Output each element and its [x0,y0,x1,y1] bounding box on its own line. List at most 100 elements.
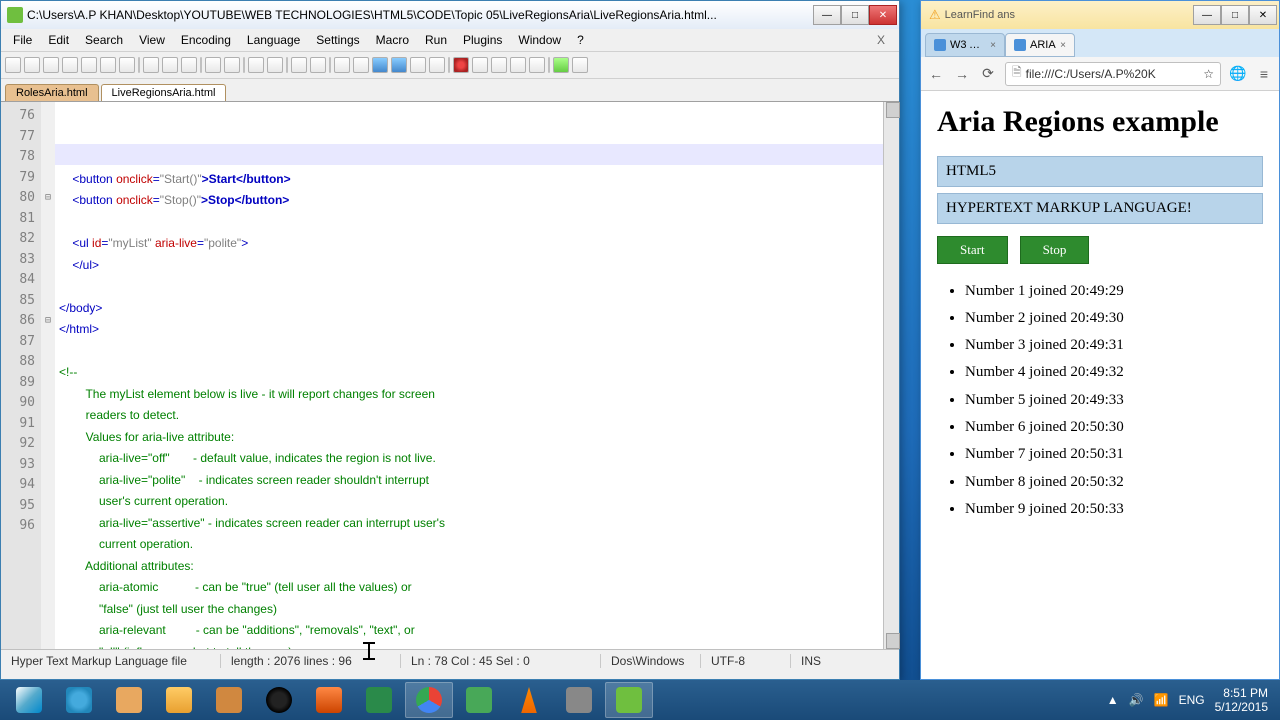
menu-encoding[interactable]: Encoding [173,31,239,49]
fold-gutter[interactable]: ⊟ ⊟ [41,102,55,649]
tool-saveall-icon[interactable] [62,57,78,73]
tool-allchars-icon[interactable] [353,57,369,73]
menu-window[interactable]: Window [510,31,569,49]
tool-undo-icon[interactable] [205,57,221,73]
menu-edit[interactable]: Edit [40,31,77,49]
tool-close-icon[interactable] [81,57,97,73]
chrome-tab-aria[interactable]: ARIA× [1005,33,1075,57]
npp-file-tabs: RolesAria.html LiveRegionsAria.html [1,79,899,101]
file-tab-rolesaria[interactable]: RolesAria.html [5,84,99,101]
minimize-button[interactable]: — [813,5,841,25]
start-button[interactable]: Start [937,236,1008,264]
tool-find-icon[interactable] [248,57,264,73]
npp-title-text: C:\Users\A.P KHAN\Desktop\YOUTUBE\WEB TE… [27,8,813,22]
reload-button[interactable]: ⟳ [979,65,997,83]
tool-redo-icon[interactable] [224,57,240,73]
taskbar-ie[interactable] [55,682,103,718]
taskbar-npp[interactable] [605,682,653,718]
taskbar-explorer[interactable] [155,682,203,718]
info-box-2: HYPERTEXT MARKUP LANGUAGE! [937,193,1263,224]
stop-button[interactable]: Stop [1020,236,1090,264]
tool-zoomin-icon[interactable] [291,57,307,73]
tool-record-icon[interactable] [453,57,469,73]
taskbar-app4[interactable] [305,682,353,718]
maximize-button[interactable]: □ [841,5,869,25]
tool-indent-icon[interactable] [372,57,388,73]
menu-view[interactable]: View [131,31,173,49]
chrome-maximize-button[interactable]: □ [1221,5,1249,25]
tool-wrap-icon[interactable] [334,57,350,73]
tray-language[interactable]: ENG [1179,693,1205,707]
url-text: file:///C:/Users/A.P%20K [1026,67,1156,81]
app-icon [266,687,292,713]
tool-paste-icon[interactable] [181,57,197,73]
tool-cut-icon[interactable] [143,57,159,73]
tool-misc1-icon[interactable] [553,57,569,73]
tab-close-icon[interactable]: × [1060,40,1066,51]
menu-settings[interactable]: Settings [308,31,367,49]
tool-misc2-icon[interactable] [572,57,588,73]
taskbar-app1[interactable] [105,682,153,718]
taskbar-app6[interactable] [555,682,603,718]
address-bar[interactable]: 🗎 file:///C:/Users/A.P%20K ☆ [1005,62,1221,86]
tool-savemacro-icon[interactable] [529,57,545,73]
tool-replace-icon[interactable] [267,57,283,73]
system-tray[interactable]: ▲ 🔊 📶 ENG 8:51 PM 5/12/2015 [1107,686,1276,715]
list-item: Number 7 joined 20:50:31 [965,441,1263,468]
taskbar[interactable]: ▲ 🔊 📶 ENG 8:51 PM 5/12/2015 [0,680,1280,720]
bookmark-star-icon[interactable]: ☆ [1203,67,1214,81]
file-icon: 🗎 [1012,63,1022,84]
tool-closeall-icon[interactable] [100,57,116,73]
tool-copy-icon[interactable] [162,57,178,73]
extension-icon[interactable]: 🌐 [1229,65,1247,83]
chrome-tab-w3[interactable]: W3 Acce× [925,33,1005,57]
menu-plugins[interactable]: Plugins [455,31,510,49]
tool-zoomout-icon[interactable] [310,57,326,73]
taskbar-app5[interactable] [455,682,503,718]
tray-overflow-icon[interactable]: ▲ [1107,693,1119,707]
menu-file[interactable]: File [5,31,40,49]
tool-unfold-icon[interactable] [429,57,445,73]
menu-language[interactable]: Language [239,31,308,49]
menu-close-x[interactable]: X [867,33,895,47]
menu-run[interactable]: Run [417,31,455,49]
tab-close-icon[interactable]: × [990,40,996,51]
taskbar-vlc[interactable] [505,682,553,718]
back-button[interactable]: ← [927,65,945,83]
menu-help[interactable]: ? [569,31,592,49]
code-editor[interactable]: 76 77 78 79 80 81 82 83 84 85 86 87 88 8… [1,101,899,649]
toolbar-separator [548,57,550,73]
tool-save-icon[interactable] [43,57,59,73]
tool-play-icon[interactable] [491,57,507,73]
tray-clock[interactable]: 8:51 PM 5/12/2015 [1215,686,1268,715]
taskbar-app3[interactable] [255,682,303,718]
vertical-scrollbar[interactable] [883,102,899,649]
tool-playmulti-icon[interactable] [510,57,526,73]
taskbar-chrome[interactable] [405,682,453,718]
start-button-taskbar[interactable] [5,682,53,718]
chrome-minimize-button[interactable]: — [1193,5,1221,25]
tool-fold-icon[interactable] [410,57,426,73]
tool-open-icon[interactable] [24,57,40,73]
code-area[interactable]: <button onclick="Start()">Start</button>… [55,102,883,649]
tray-network-icon[interactable]: 📶 [1154,693,1169,707]
close-button[interactable]: ✕ [869,5,897,25]
tool-print-icon[interactable] [119,57,135,73]
chrome-warning-badge[interactable]: LearnFind ans [929,7,1015,23]
chrome-menu-button[interactable]: ≡ [1255,65,1273,83]
forward-button[interactable]: → [953,65,971,83]
chrome-close-button[interactable]: ✕ [1249,5,1277,25]
menu-macro[interactable]: Macro [368,31,417,49]
tray-volume-icon[interactable]: 🔊 [1129,693,1144,707]
app-icon [316,687,342,713]
page-heading: Aria Regions example [937,105,1263,140]
npp-titlebar[interactable]: C:\Users\A.P KHAN\Desktop\YOUTUBE\WEB TE… [1,1,899,29]
tool-stop-icon[interactable] [472,57,488,73]
chrome-titlebar[interactable]: LearnFind ans — □ ✕ [921,1,1279,29]
tool-new-icon[interactable] [5,57,21,73]
taskbar-excel[interactable] [355,682,403,718]
menu-search[interactable]: Search [77,31,131,49]
taskbar-app2[interactable] [205,682,253,718]
tool-outdent-icon[interactable] [391,57,407,73]
file-tab-liveregions[interactable]: LiveRegionsAria.html [101,84,227,101]
